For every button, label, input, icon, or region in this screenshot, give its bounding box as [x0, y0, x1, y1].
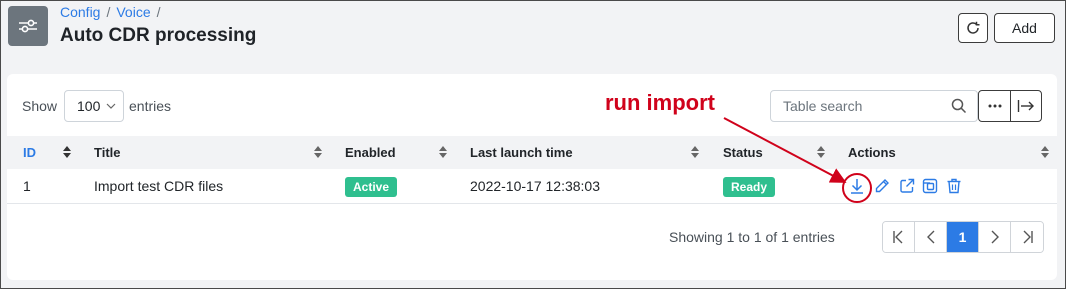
sort-icon[interactable]	[63, 146, 71, 158]
sort-icon[interactable]	[1041, 146, 1049, 158]
entries-label: entries	[129, 98, 172, 114]
pagination-info: Showing 1 to 1 of 1 entries	[669, 229, 835, 245]
last-page-button[interactable]	[1011, 222, 1043, 252]
export-button[interactable]	[1010, 90, 1042, 122]
refresh-icon	[967, 21, 980, 34]
column-id[interactable]: ID	[23, 145, 36, 160]
breadcrumb: Config / Voice /	[60, 4, 161, 20]
search-input[interactable]	[771, 91, 941, 121]
table-search	[770, 90, 978, 122]
run-import-icon[interactable]	[848, 177, 866, 195]
page-size-value: 100	[77, 98, 101, 114]
table-header: ID Title Enabled Last launch time Status…	[7, 136, 1057, 169]
cell-id: 1	[23, 178, 31, 194]
annotation-label: run import	[605, 90, 715, 115]
refresh-button[interactable]	[958, 13, 988, 43]
sort-icon[interactable]	[439, 146, 447, 158]
page-size-select[interactable]: 100	[64, 90, 124, 122]
column-status[interactable]: Status	[723, 145, 763, 160]
cell-title: Import test CDR files	[94, 178, 224, 194]
last-page-icon	[1023, 230, 1033, 244]
sort-icon[interactable]	[817, 146, 825, 158]
show-label: Show	[22, 98, 58, 114]
column-actions: Actions	[848, 145, 896, 160]
delete-icon[interactable]	[945, 177, 963, 195]
search-icon[interactable]	[951, 98, 967, 114]
chevron-down-icon	[106, 103, 116, 109]
pagination: 1	[882, 221, 1044, 253]
breadcrumb-separator: /	[106, 4, 111, 20]
enabled-badge: Active	[345, 177, 398, 197]
table-row: 1 Import test CDR files Active 2022-10-1…	[7, 169, 1057, 204]
prev-page-button[interactable]	[915, 222, 947, 252]
column-enabled[interactable]: Enabled	[345, 145, 396, 160]
add-button[interactable]: Add	[994, 13, 1055, 43]
column-title[interactable]: Title	[94, 145, 121, 160]
chevron-left-icon	[926, 230, 934, 244]
open-external-icon[interactable]	[898, 177, 916, 195]
ellipsis-icon	[988, 104, 1001, 108]
sort-icon[interactable]	[691, 146, 699, 158]
sort-icon[interactable]	[314, 146, 322, 158]
duplicate-icon[interactable]	[921, 177, 939, 195]
cell-last-launch: 2022-10-17 12:38:03	[470, 178, 600, 194]
chevron-right-icon	[991, 230, 999, 244]
page-button-current[interactable]: 1	[947, 222, 979, 252]
breadcrumb-separator: /	[156, 4, 161, 20]
first-page-icon	[892, 230, 902, 244]
breadcrumb-voice[interactable]: Voice	[116, 4, 150, 20]
table-card: Show 100 entries ID Title Enabled Las	[7, 74, 1057, 280]
edit-icon[interactable]	[873, 177, 891, 195]
sliders-icon	[8, 6, 48, 46]
page-title: Auto CDR processing	[60, 25, 257, 46]
column-last-launch[interactable]: Last launch time	[470, 145, 573, 160]
arrow-right-bar-icon	[1017, 100, 1034, 112]
first-page-button[interactable]	[883, 222, 915, 252]
breadcrumb-config[interactable]: Config	[60, 4, 100, 20]
more-options-button[interactable]	[978, 90, 1011, 122]
status-badge: Ready	[723, 177, 776, 197]
next-page-button[interactable]	[979, 222, 1011, 252]
